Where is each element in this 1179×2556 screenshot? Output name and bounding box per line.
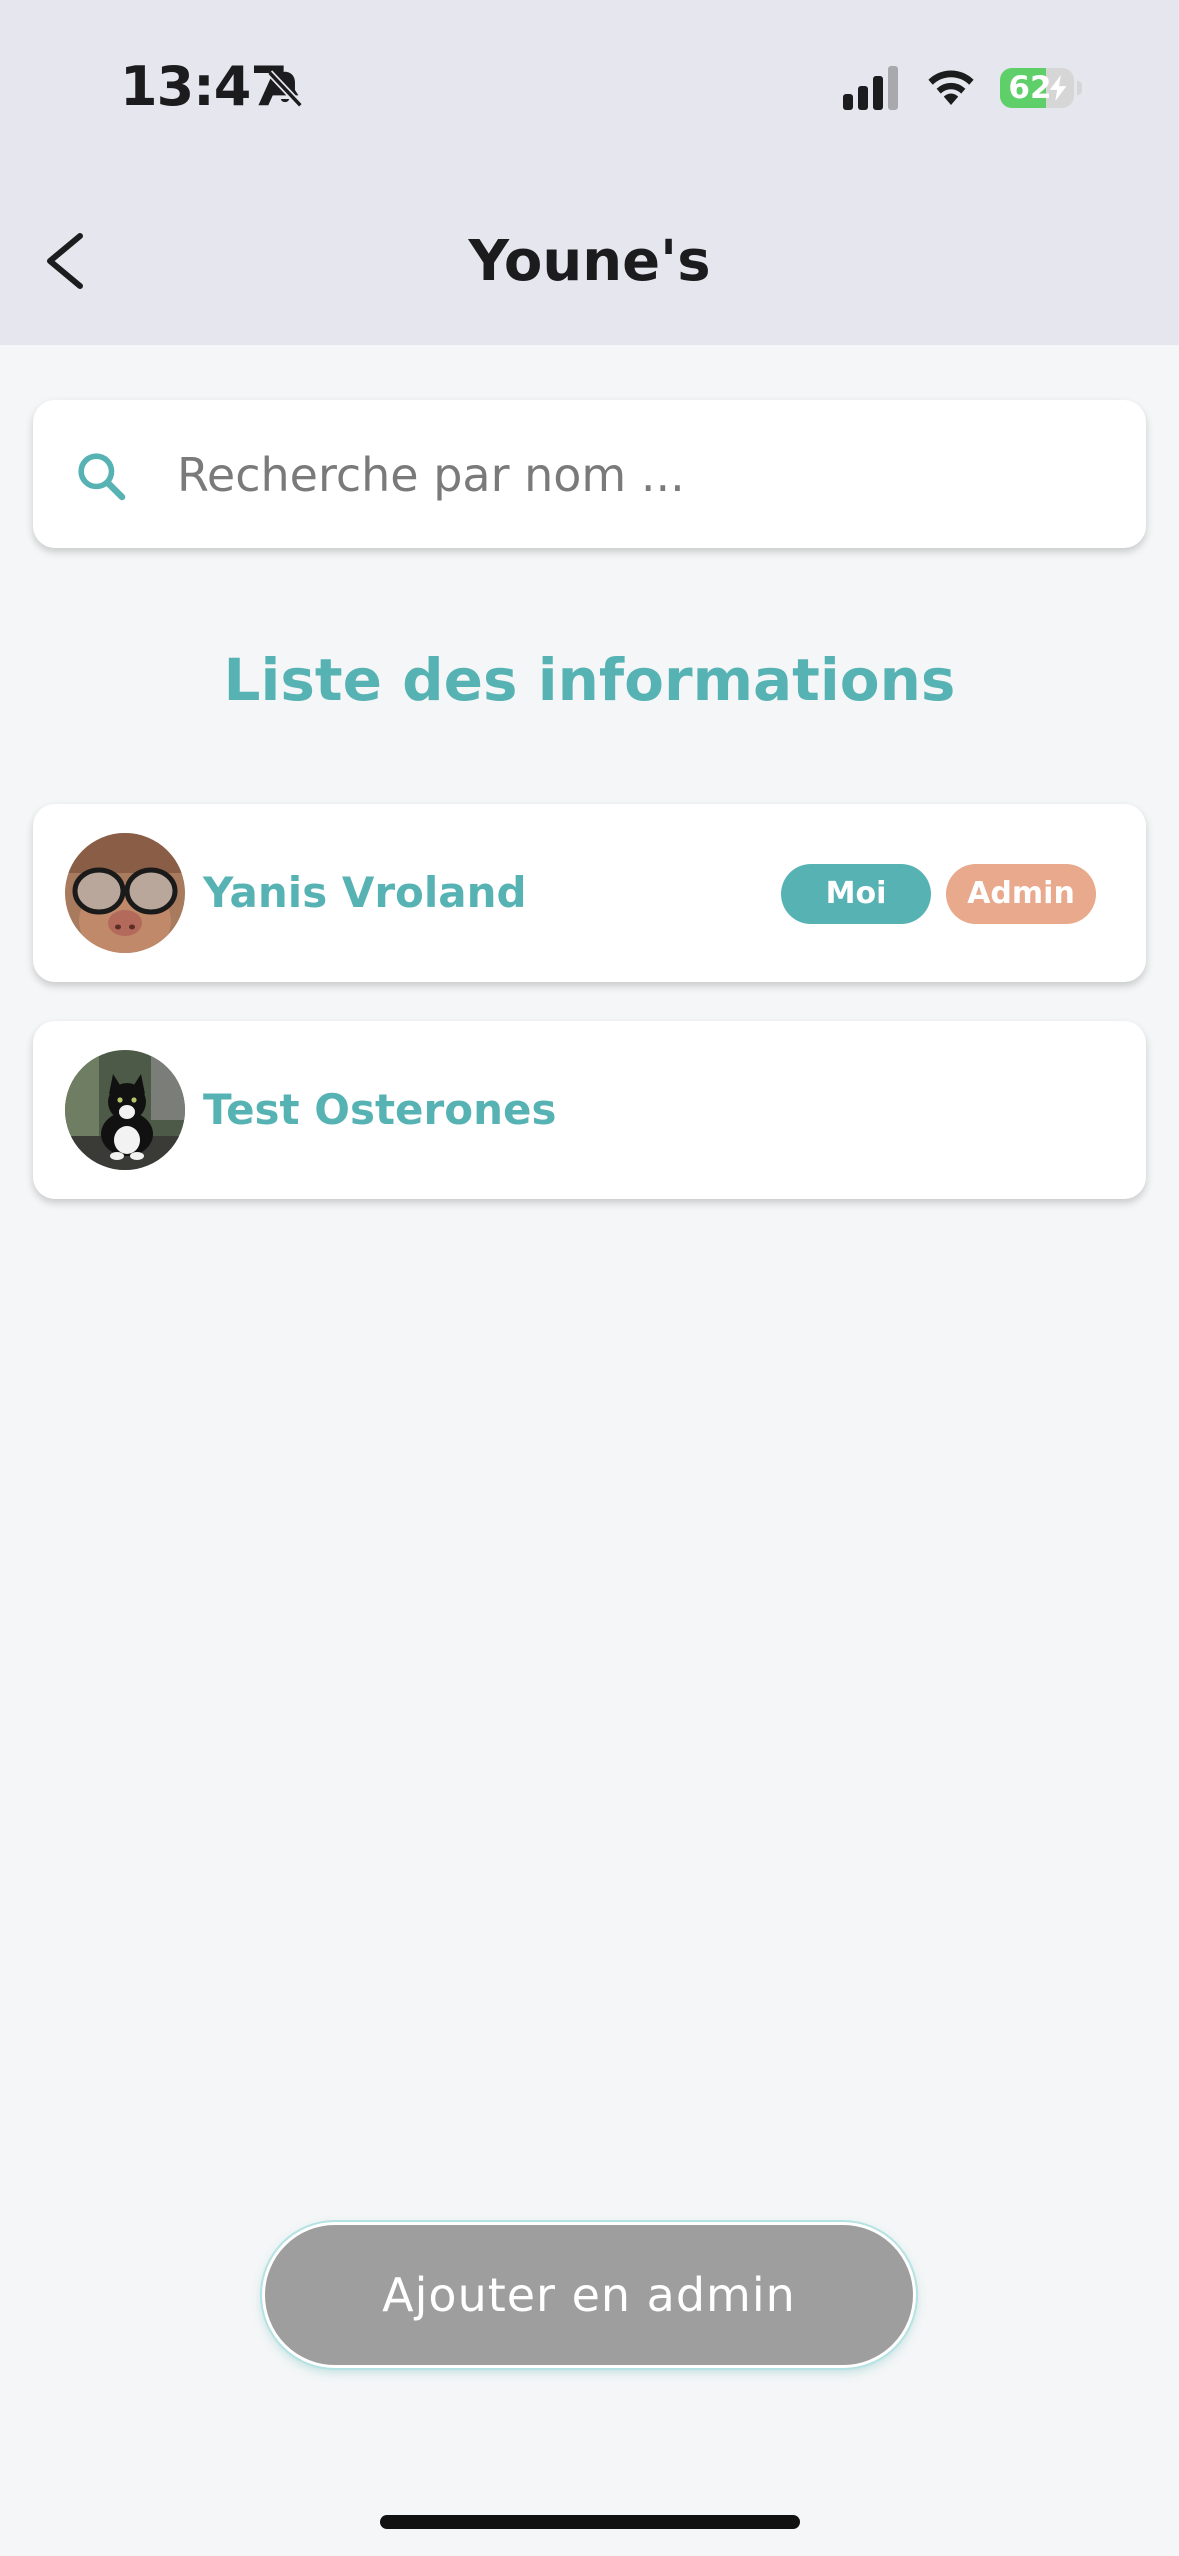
home-indicator bbox=[380, 2515, 800, 2529]
add-admin-button[interactable]: Ajouter en admin bbox=[262, 2222, 916, 2368]
search-icon bbox=[78, 453, 126, 501]
member-row[interactable]: Yanis Vroland Moi Admin bbox=[33, 804, 1146, 982]
member-name: Test Osterones bbox=[203, 1085, 557, 1134]
cellular-signal-icon bbox=[843, 66, 898, 110]
bell-slash-icon bbox=[267, 70, 303, 108]
header: 13:47 62 Youne's bbox=[0, 0, 1179, 345]
wifi-icon bbox=[928, 70, 974, 105]
search-input[interactable] bbox=[175, 430, 1099, 520]
avatar bbox=[65, 1050, 185, 1170]
member-name: Yanis Vroland bbox=[203, 868, 527, 917]
search-bar[interactable] bbox=[33, 400, 1146, 548]
admin-badge: Admin bbox=[946, 864, 1096, 924]
page-title: Youne's bbox=[468, 229, 711, 294]
section-title: Liste des informations bbox=[223, 646, 956, 714]
member-row[interactable]: Test Osterones bbox=[33, 1021, 1146, 1199]
me-badge: Moi bbox=[781, 864, 931, 924]
battery-indicator: 62 bbox=[1000, 68, 1082, 108]
avatar bbox=[65, 833, 185, 953]
battery-charging-icon bbox=[1049, 75, 1067, 101]
